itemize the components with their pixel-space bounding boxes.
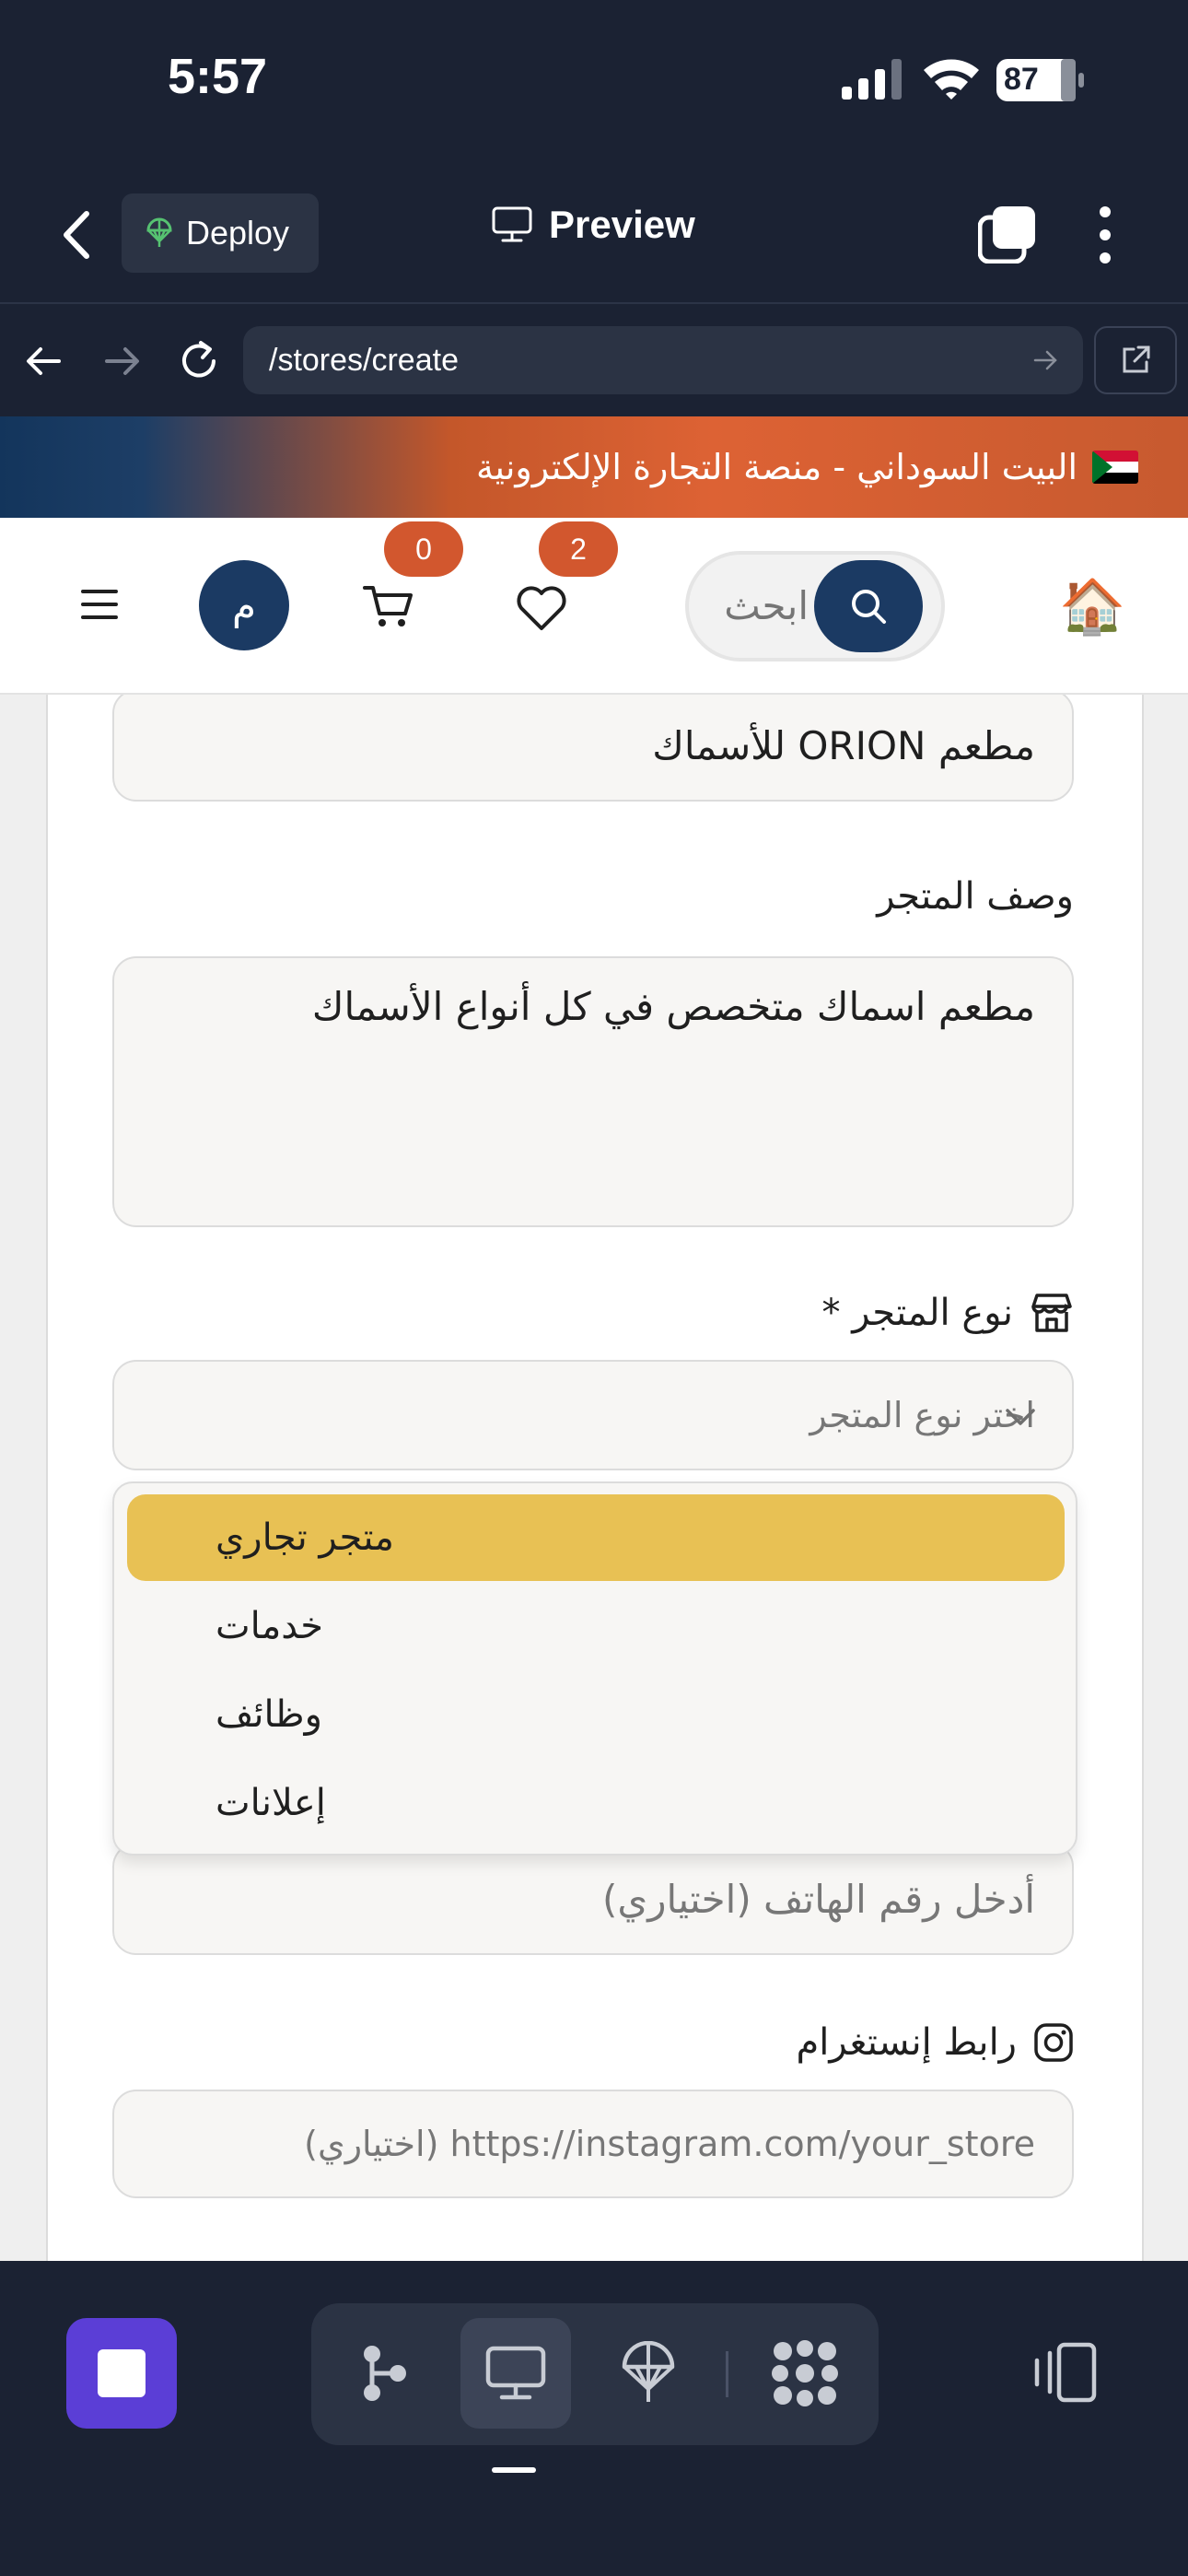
deploy-label: Deploy <box>186 214 290 252</box>
store-name-field[interactable]: مطعم ORION للأسماك <box>112 695 1074 802</box>
app-toolbar: Deploy Preview <box>0 166 1188 304</box>
preview-label: Preview <box>549 203 695 246</box>
more-options-icon[interactable] <box>1092 205 1118 265</box>
reload-icon[interactable] <box>175 337 223 385</box>
bottom-toolbar <box>0 2261 1188 2576</box>
preview-view-button[interactable] <box>460 2318 571 2429</box>
battery-icon: 87 <box>996 59 1085 101</box>
storefront-icon <box>1031 1294 1072 1332</box>
cellular-signal-icon <box>842 59 902 100</box>
description-value: مطعم اسماك متخصص في كل أنواع الأسماك <box>311 984 1035 1029</box>
sudan-flag-icon <box>1092 451 1138 484</box>
branch-nodes-icon <box>364 2346 406 2401</box>
instagram-icon <box>1034 2023 1073 2062</box>
home-indicator <box>492 2467 536 2473</box>
back-chevron-icon[interactable] <box>55 205 99 265</box>
wishlist-heart-icon[interactable] <box>514 580 569 636</box>
battery-level: 87 <box>1004 62 1039 97</box>
phone-placeholder: أدخل رقم الهاتف (اختياري) <box>602 1876 1035 1922</box>
cart-icon[interactable] <box>361 579 416 634</box>
store-type-placeholder: اختر نوع المتجر <box>809 1395 1035 1435</box>
option-jobs[interactable]: وظائف <box>127 1671 1065 1758</box>
monitor-icon <box>485 2346 546 2400</box>
browser-bar: /stores/create <box>0 306 1188 416</box>
stop-button[interactable] <box>66 2318 177 2429</box>
store-type-label: نوع المتجر * <box>822 1292 1074 1334</box>
monitor-icon <box>492 206 532 242</box>
parachute-icon <box>622 2341 675 2402</box>
deploy-view-button[interactable] <box>593 2318 704 2429</box>
dots-grid-icon <box>772 2340 838 2406</box>
external-link-icon <box>1123 345 1150 373</box>
graph-view-button[interactable] <box>330 2318 440 2429</box>
option-ads[interactable]: إعلانات <box>127 1760 1065 1846</box>
browser-back-icon[interactable] <box>20 337 68 385</box>
apps-grid-button[interactable] <box>750 2318 860 2429</box>
status-time: 5:57 <box>168 49 268 104</box>
description-textarea[interactable]: مطعم اسماك متخصص في كل أنواع الأسماك <box>112 956 1074 1227</box>
wifi-icon <box>924 59 979 100</box>
deploy-icon <box>146 217 172 247</box>
cart-count-badge: 0 <box>384 521 463 577</box>
browser-forward-icon[interactable] <box>98 337 146 385</box>
preview-title: Preview <box>492 203 695 247</box>
view-switcher <box>311 2303 879 2445</box>
deploy-button[interactable]: Deploy <box>122 193 319 273</box>
description-label: وصف المتجر <box>877 875 1074 918</box>
segment-divider <box>726 2351 728 2397</box>
url-field[interactable]: /stores/create <box>243 326 1083 394</box>
wishlist-count-badge: 2 <box>539 521 618 577</box>
instagram-placeholder: https://instagram.com/your_store (اختيار… <box>304 2124 1035 2164</box>
banner-text: البيت السوداني - منصة التجارة الإلكتروني… <box>476 447 1077 487</box>
instagram-label: رابط إنستغرام <box>797 2021 1075 2064</box>
option-commercial-store[interactable]: متجر تجاري <box>127 1494 1065 1581</box>
page-content: مطعم ORION للأسماك وصف المتجر مطعم اسماك… <box>0 695 1188 2261</box>
home-icon[interactable]: 🏠 <box>1059 575 1125 638</box>
search-input[interactable] <box>716 573 809 638</box>
search-box <box>685 551 945 662</box>
avatar[interactable]: م <box>199 560 289 650</box>
search-icon <box>852 590 886 624</box>
status-bar: 5:57 87 <box>0 0 1188 166</box>
store-name-value: مطعم ORION للأسماك <box>652 722 1035 768</box>
site-header: 🏠 2 0 م <box>0 518 1188 695</box>
url-text: /stores/create <box>269 342 459 378</box>
menu-hamburger-icon[interactable] <box>79 586 120 623</box>
instagram-field[interactable]: https://instagram.com/your_store (اختيار… <box>112 2090 1074 2198</box>
tabs-icon[interactable] <box>978 205 1037 263</box>
open-external-button[interactable] <box>1094 326 1177 394</box>
device-toggle-icon[interactable] <box>1031 2342 1098 2403</box>
phone-field[interactable]: أدخل رقم الهاتف (اختياري) <box>112 1843 1074 1955</box>
site-banner: البيت السوداني - منصة التجارة الإلكتروني… <box>0 416 1188 518</box>
go-arrow-icon[interactable] <box>1031 346 1059 374</box>
stop-icon <box>98 2349 146 2397</box>
option-services[interactable]: خدمات <box>127 1583 1065 1669</box>
chevron-down-icon <box>1006 1409 1035 1425</box>
search-button[interactable] <box>814 560 923 652</box>
store-type-select[interactable]: اختر نوع المتجر <box>112 1360 1074 1470</box>
store-type-dropdown: متجر تجاري خدمات وظائف إعلانات <box>112 1481 1077 1856</box>
